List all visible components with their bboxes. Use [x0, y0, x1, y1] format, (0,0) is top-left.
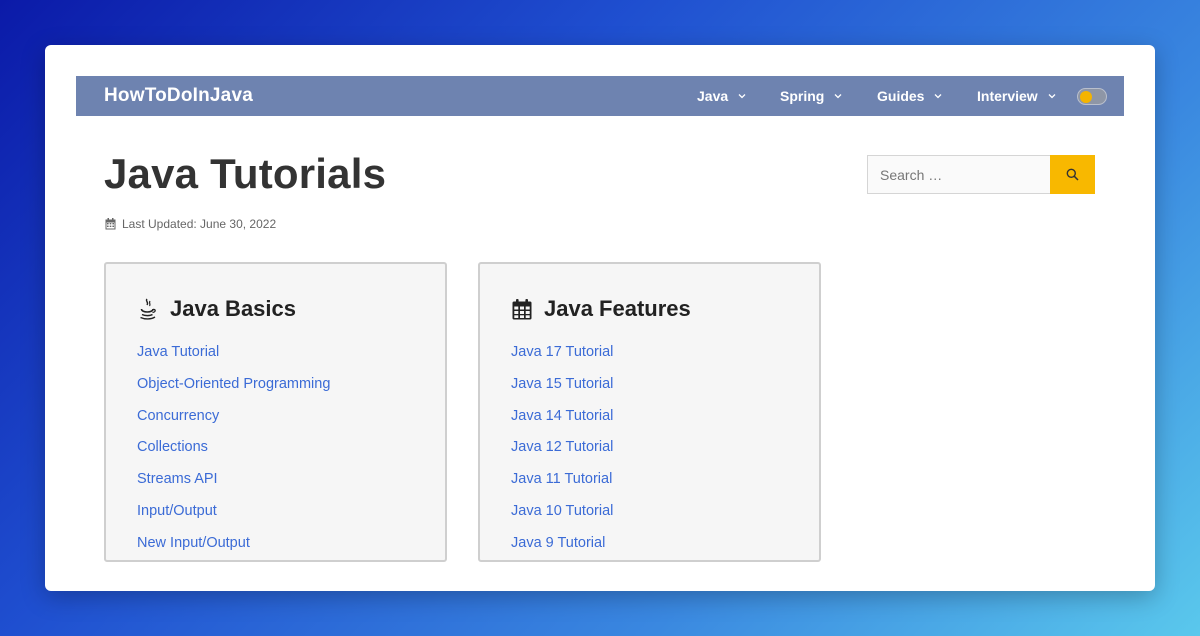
card-java-basics: Java Basics Java Tutorial Object-Oriente…	[104, 262, 447, 562]
list-item: Streams API	[137, 469, 330, 501]
nav-spring-label: Spring	[780, 88, 825, 104]
link-java-10[interactable]: Java 10 Tutorial	[511, 503, 613, 519]
link-streams-api[interactable]: Streams API	[137, 471, 218, 487]
list-item: New Input/Output	[137, 533, 330, 565]
link-list: Java Tutorial Object-Oriented Programmin…	[137, 342, 330, 565]
browser-frame: HowToDoInJava Java Spring Guides Intervi…	[45, 45, 1155, 591]
search-form	[867, 155, 1095, 194]
list-item: Object-Oriented Programming	[137, 374, 330, 406]
site-logo[interactable]: HowToDoInJava	[104, 76, 253, 116]
nav-java-label: Java	[697, 88, 729, 104]
search-input[interactable]	[867, 155, 1050, 194]
list-item: Java 9 Tutorial	[511, 533, 613, 565]
java-cup-icon	[137, 297, 159, 321]
link-input-output[interactable]: Input/Output	[137, 503, 217, 519]
calendar-icon	[511, 297, 533, 321]
last-updated-text: Last Updated: June 30, 2022	[122, 217, 277, 231]
card-header: Java Basics	[137, 296, 296, 322]
nav-guides-label: Guides	[877, 88, 925, 104]
link-java-tutorial[interactable]: Java Tutorial	[137, 344, 219, 360]
link-new-input-output[interactable]: New Input/Output	[137, 535, 250, 551]
link-list: Java 17 Tutorial Java 15 Tutorial Java 1…	[511, 342, 613, 565]
list-item: Concurrency	[137, 406, 330, 438]
chevron-down-icon	[834, 94, 842, 99]
search-button[interactable]	[1050, 155, 1095, 194]
toggle-knob	[1080, 91, 1092, 103]
dark-mode-toggle[interactable]	[1077, 88, 1107, 105]
list-item: Java 10 Tutorial	[511, 501, 613, 533]
link-java-12[interactable]: Java 12 Tutorial	[511, 439, 613, 455]
link-java-11[interactable]: Java 11 Tutorial	[511, 471, 612, 487]
list-item: Java 12 Tutorial	[511, 437, 613, 469]
list-item: Java 11 Tutorial	[511, 469, 613, 501]
link-java-14[interactable]: Java 14 Tutorial	[511, 408, 613, 424]
nav-spring[interactable]: Spring	[780, 76, 843, 116]
card-java-features: Java Features Java 17 Tutorial Java 15 T…	[478, 262, 821, 562]
list-item: Collections	[137, 437, 330, 469]
nav-interview-label: Interview	[977, 88, 1038, 104]
top-navbar: HowToDoInJava Java Spring Guides Intervi…	[76, 76, 1124, 116]
list-item: Java Tutorial	[137, 342, 330, 374]
list-item: Input/Output	[137, 501, 330, 533]
card-title: Java Basics	[170, 296, 296, 321]
list-item: Java 17 Tutorial	[511, 342, 613, 374]
link-collections[interactable]: Collections	[137, 439, 208, 455]
card-header: Java Features	[511, 296, 691, 322]
link-java-9[interactable]: Java 9 Tutorial	[511, 535, 605, 551]
list-item: Java 15 Tutorial	[511, 374, 613, 406]
link-java-15[interactable]: Java 15 Tutorial	[511, 376, 613, 392]
nav-java[interactable]: Java	[697, 76, 747, 116]
link-concurrency[interactable]: Concurrency	[137, 408, 219, 424]
nav-guides[interactable]: Guides	[877, 76, 943, 116]
last-updated: Last Updated: June 30, 2022	[105, 217, 276, 231]
chevron-down-icon	[935, 94, 942, 99]
card-title: Java Features	[544, 296, 691, 321]
calendar-icon	[105, 218, 116, 230]
link-java-17[interactable]: Java 17 Tutorial	[511, 344, 613, 360]
chevron-down-icon	[1048, 94, 1056, 99]
chevron-down-icon	[738, 94, 746, 99]
list-item: Java 14 Tutorial	[511, 406, 613, 438]
link-oop[interactable]: Object-Oriented Programming	[137, 376, 330, 392]
page-title: Java Tutorials	[104, 150, 387, 197]
nav-interview[interactable]: Interview	[977, 76, 1057, 116]
search-icon	[1066, 168, 1079, 181]
